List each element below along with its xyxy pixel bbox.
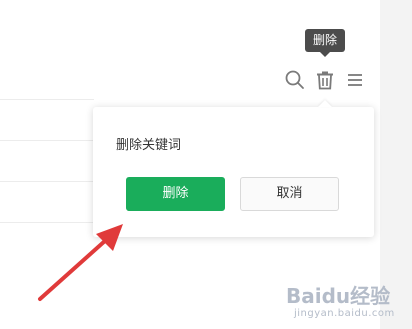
delete-keyword-popover: 删除关键词 删除 取消 [93,107,374,237]
trash-icon[interactable] [313,68,337,92]
watermark-site: jingyan.baidu.com [294,308,395,319]
baidu-jingyan-watermark: Baidu经验 jingyan.baidu.com [286,274,406,324]
list-divider [0,99,94,100]
tooltip-text: 删除 [312,33,337,47]
watermark-logo: Baidu经验 [286,284,391,308]
confirm-delete-button[interactable]: 删除 [126,177,225,211]
list-divider [0,222,94,223]
delete-tooltip: 删除 [305,29,345,57]
cancel-button[interactable]: 取消 [240,177,339,211]
list-divider [0,140,94,141]
search-icon[interactable] [283,68,307,92]
list-divider [0,181,94,182]
menu-icon[interactable] [343,68,367,92]
popover-title: 删除关键词 [116,138,182,153]
